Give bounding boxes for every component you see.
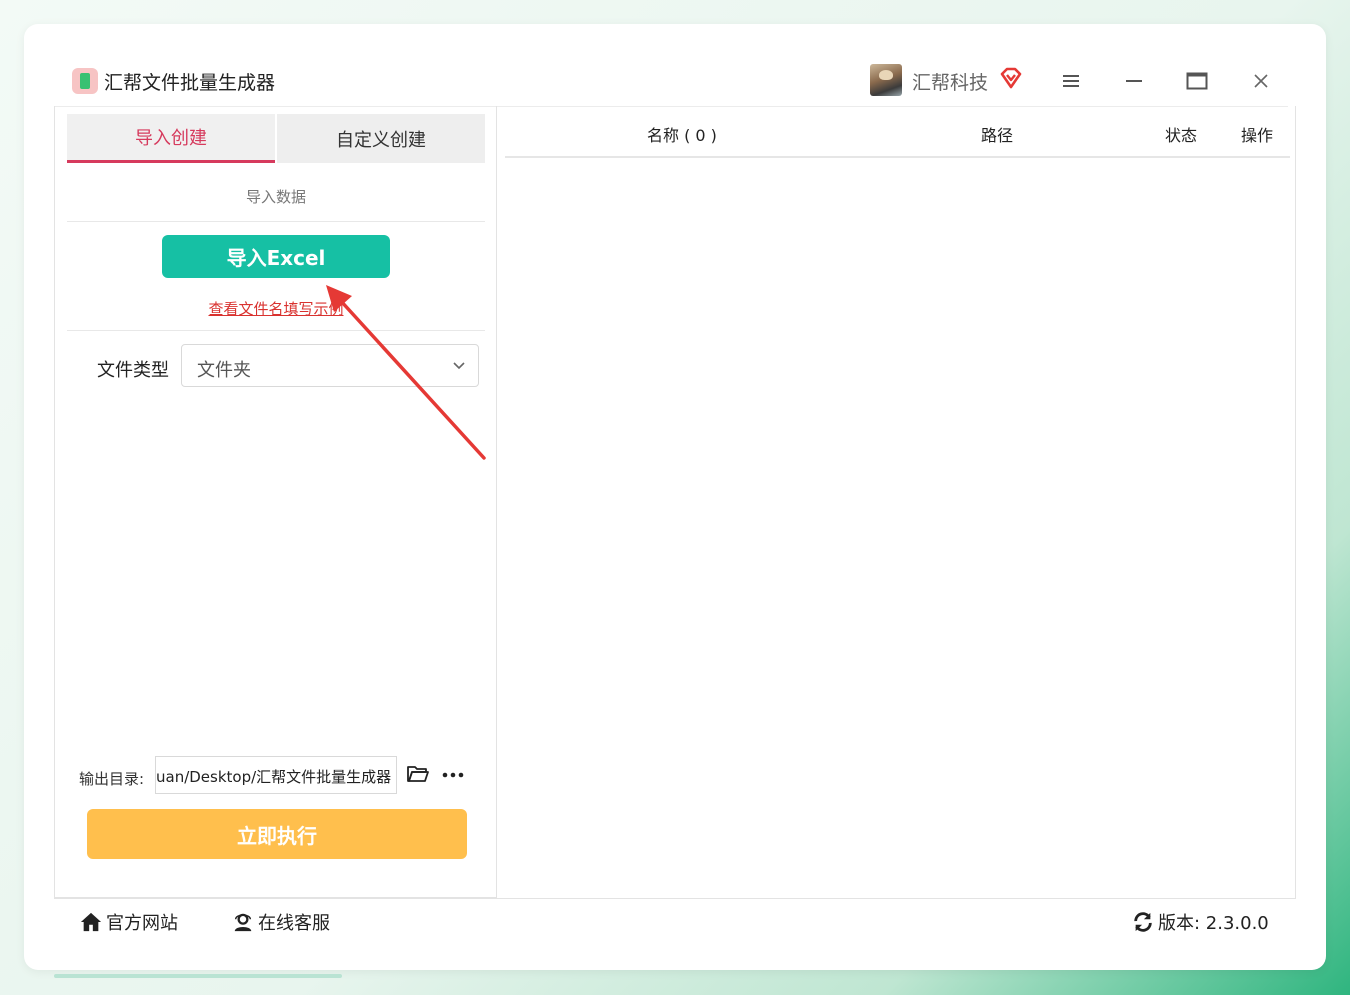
section-label: 导入数据 <box>245 188 306 206</box>
output-dir-label: 输出目录: <box>79 770 145 788</box>
menu-icon[interactable] <box>1056 66 1086 96</box>
version-info[interactable]: 版本: 2.3.0.0 <box>1132 909 1269 935</box>
online-service-link[interactable]: 在线客服 <box>232 909 330 935</box>
divider <box>67 221 485 222</box>
home-icon <box>80 912 102 932</box>
footer-bar: 官方网站 在线客服 版本: 2.3.0.0 <box>54 898 1296 941</box>
horizontal-scrollbar[interactable] <box>54 974 342 978</box>
column-header-status[interactable]: 状态 <box>1165 122 1197 146</box>
app-window: 汇帮文件批量生成器 汇帮科技 导入创建 自定义创建 导入数据 导入Excel 查… <box>54 54 1296 940</box>
maximize-icon[interactable] <box>1182 66 1212 96</box>
table-header: 名称 ( 0 ) 路径 状态 操作 <box>505 106 1290 158</box>
official-site-label: 官方网站 <box>106 913 178 934</box>
minimize-icon[interactable] <box>1119 66 1149 96</box>
tab-custom-create[interactable]: 自定义创建 <box>277 114 485 163</box>
file-type-label: 文件类型 <box>97 360 169 381</box>
divider <box>67 330 485 331</box>
online-service-label: 在线客服 <box>258 913 330 934</box>
vip-diamond-icon[interactable] <box>999 66 1023 90</box>
column-header-action[interactable]: 操作 <box>1241 122 1273 146</box>
tab-import-create[interactable]: 导入创建 <box>67 114 275 163</box>
file-type-select[interactable]: 文件夹 <box>181 344 479 387</box>
chevron-down-icon <box>453 362 465 370</box>
folder-open-icon[interactable] <box>406 762 430 786</box>
output-dir-input[interactable]: uan/Desktop/汇帮文件批量生成器 <box>155 756 397 794</box>
title-bar: 汇帮文件批量生成器 汇帮科技 <box>54 54 1288 107</box>
user-name[interactable]: 汇帮科技 <box>912 68 988 95</box>
app-logo-icon <box>72 68 98 94</box>
more-options-icon[interactable] <box>441 766 465 784</box>
app-title: 汇帮文件批量生成器 <box>104 72 276 94</box>
version-label: 版本: 2.3.0.0 <box>1158 913 1269 934</box>
tab-bar: 导入创建 自定义创建 <box>67 114 485 163</box>
column-header-path[interactable]: 路径 <box>981 122 1013 146</box>
left-panel: 导入创建 自定义创建 导入数据 导入Excel 查看文件名填写示例 文件类型 文… <box>54 106 497 898</box>
run-now-button[interactable]: 立即执行 <box>87 809 467 859</box>
file-list-panel: 名称 ( 0 ) 路径 状态 操作 <box>497 106 1296 898</box>
file-type-value: 文件夹 <box>197 360 251 381</box>
refresh-icon <box>1134 912 1152 932</box>
example-link[interactable]: 查看文件名填写示例 <box>67 298 485 319</box>
output-dir-value: uan/Desktop/汇帮文件批量生成器 <box>156 768 392 786</box>
import-excel-button[interactable]: 导入Excel <box>162 235 390 278</box>
customer-service-icon <box>234 913 252 932</box>
user-avatar[interactable] <box>870 64 902 96</box>
column-header-name[interactable]: 名称 ( 0 ) <box>647 122 717 146</box>
close-icon[interactable] <box>1246 66 1276 96</box>
official-site-link[interactable]: 官方网站 <box>80 909 178 935</box>
